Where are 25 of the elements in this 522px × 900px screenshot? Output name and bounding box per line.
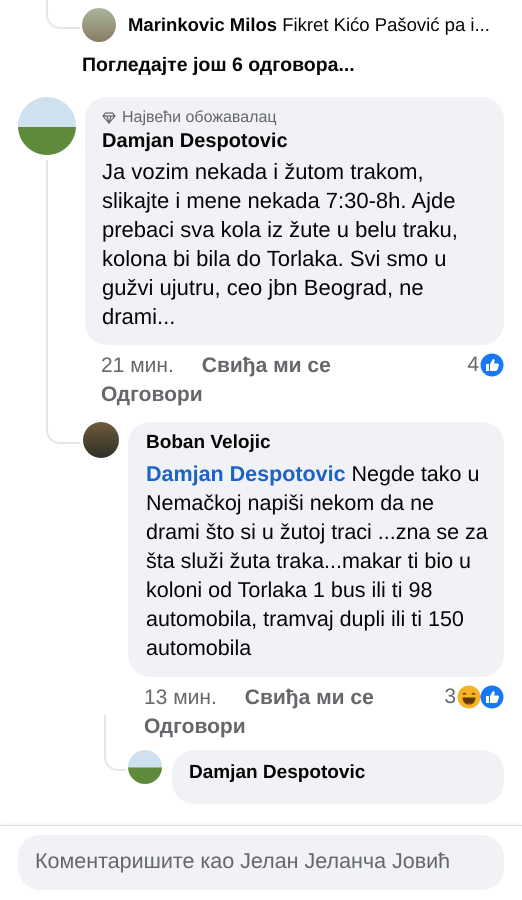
reply-preview: Marinkovic Milos Fikret Kićo Pašović pa i...	[128, 14, 490, 36]
comment-input-field[interactable]: Коментаришите као Јелан Јеланча Јовић	[18, 835, 504, 890]
author-name[interactable]: Damjan Despotovic	[189, 762, 488, 784]
comment-time: 21 мин.	[101, 353, 174, 379]
mention-link[interactable]: Damjan Despotovic	[146, 462, 346, 486]
like-reaction-icon	[480, 685, 504, 709]
like-link[interactable]: Свиђа ми се	[202, 353, 331, 379]
comment-text: Damjan Despotovic Negde tako u Nemačkoj napiši nekom da ne drami što si u žutoj traci ...zna se za šta služi žuta traka...makar ti bio u koloni od Torlaka 1 bus ili ti 98 automobila, tramvaj dupli ili ti 150 automobila	[146, 461, 488, 662]
reaction-count: 4	[467, 353, 479, 377]
avatar-photo[interactable]	[83, 422, 119, 458]
more-replies-link[interactable]: Погледајте још 6 одговора...	[82, 54, 522, 77]
reaction-count: 3	[444, 685, 456, 709]
like-link[interactable]: Свиђа ми се	[244, 685, 374, 711]
author-name[interactable]: Boban Velojic	[146, 432, 488, 454]
top-fan-label: Највећи обожавалац	[122, 109, 277, 127]
comment-text: Ja vozim nekada i žutom trakom, slikajte i mene nekada 7:30-8h. Ajde prebaci sva kola iz žute u belu traku, kolona bi bila do Torlaka. Svi smo u gužvi ujutru, ceo jbn Beograd, ne drami...	[102, 158, 459, 331]
thread-connector-line	[104, 715, 126, 771]
reply-link[interactable]: Одговори	[144, 714, 246, 740]
reply-link[interactable]: Одговори	[101, 382, 203, 408]
thread-connector-line	[46, 0, 80, 29]
comment-time: 13 мин.	[144, 685, 217, 711]
author-name[interactable]: Damjan Despotovic	[102, 130, 488, 153]
like-reaction-icon	[480, 353, 504, 377]
laughing-reaction-icon	[457, 685, 481, 709]
diamond-icon	[102, 112, 116, 124]
